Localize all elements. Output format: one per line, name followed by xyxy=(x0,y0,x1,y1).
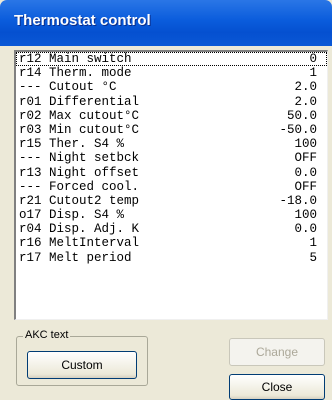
parameter-name: r03 Min cutout°C xyxy=(19,122,140,137)
parameter-row[interactable]: r14 Therm. mode 1 xyxy=(16,66,327,80)
parameter-value: 0.0 xyxy=(294,222,317,237)
parameter-row[interactable]: r16 MeltInterval 1 xyxy=(16,236,327,250)
parameter-value: 2.0 xyxy=(294,94,317,109)
parameter-value: 1 xyxy=(309,236,317,251)
parameter-name: --- Forced cool. xyxy=(19,179,140,194)
parameter-name: r04 Disp. Adj. K xyxy=(19,222,140,237)
parameter-name: r17 Melt period xyxy=(19,250,132,265)
parameter-name: r02 Max cutout°C xyxy=(19,108,140,123)
parameter-row[interactable]: --- Forced cool. OFF xyxy=(16,180,327,194)
parameter-name: r15 Ther. S4 % xyxy=(19,137,125,152)
parameter-row[interactable]: r04 Disp. Adj. K 0.0 xyxy=(16,222,327,236)
parameter-value: 100 xyxy=(294,208,317,223)
parameter-value: 100 xyxy=(294,137,317,152)
parameter-value: -50.0 xyxy=(279,122,317,137)
parameter-value: -18.0 xyxy=(279,193,317,208)
parameter-value: OFF xyxy=(294,151,317,166)
parameter-name: --- Night setbck xyxy=(19,151,140,166)
parameter-row[interactable]: r15 Ther. S4 % 100 xyxy=(16,137,327,151)
parameter-name: r13 Night offset xyxy=(19,165,140,180)
akc-text-label: AKC text xyxy=(23,329,71,341)
parameter-value: 2.0 xyxy=(294,80,317,95)
parameter-row[interactable]: r13 Night offset 0.0 xyxy=(16,166,327,180)
window-title: Thermostat control xyxy=(14,12,151,29)
parameter-row[interactable]: --- Cutout °C 2.0 xyxy=(16,80,327,94)
parameter-row[interactable]: r03 Min cutout°C -50.0 xyxy=(16,123,327,137)
parameter-name: r16 MeltInterval xyxy=(19,236,140,251)
title-bar[interactable]: Thermostat control xyxy=(0,0,332,46)
parameter-name: r12 Main switch xyxy=(19,52,132,66)
akc-text-group: AKC text Custom xyxy=(16,329,148,386)
parameter-name: r21 Cutout2 temp xyxy=(19,193,140,208)
thermostat-control-window: Thermostat control r12 Main switch 0 r14 T… xyxy=(0,0,332,400)
parameter-value: OFF xyxy=(294,179,317,194)
parameter-name: r01 Differential xyxy=(19,94,140,109)
parameter-row[interactable]: r17 Melt period 5 xyxy=(16,251,327,265)
parameter-value: 1 xyxy=(309,66,317,81)
parameter-value: 5 xyxy=(309,250,317,265)
change-button[interactable]: Change xyxy=(229,338,325,366)
parameter-value: 50.0 xyxy=(286,108,317,123)
parameter-name: --- Cutout °C xyxy=(19,80,117,95)
parameter-name: o17 Disp. S4 % xyxy=(19,208,125,223)
parameter-row[interactable]: r02 Max cutout°C 50.0 xyxy=(16,109,327,123)
parameter-row[interactable]: r01 Differential 2.0 xyxy=(16,95,327,109)
parameter-value: 0 xyxy=(309,52,317,66)
parameter-row[interactable]: r21 Cutout2 temp -18.0 xyxy=(16,194,327,208)
custom-button[interactable]: Custom xyxy=(27,351,137,379)
parameter-row[interactable]: --- Night setbck OFF xyxy=(16,151,327,165)
parameter-value: 0.0 xyxy=(294,165,317,180)
parameter-row[interactable]: r12 Main switch 0 xyxy=(16,52,327,67)
parameter-row[interactable]: o17 Disp. S4 % 100 xyxy=(16,208,327,222)
parameter-list[interactable]: r12 Main switch 0 r14 Therm. mode 1 --- Cuto… xyxy=(14,50,328,320)
parameter-name: r14 Therm. mode xyxy=(19,66,132,81)
close-button[interactable]: Close xyxy=(229,374,325,400)
